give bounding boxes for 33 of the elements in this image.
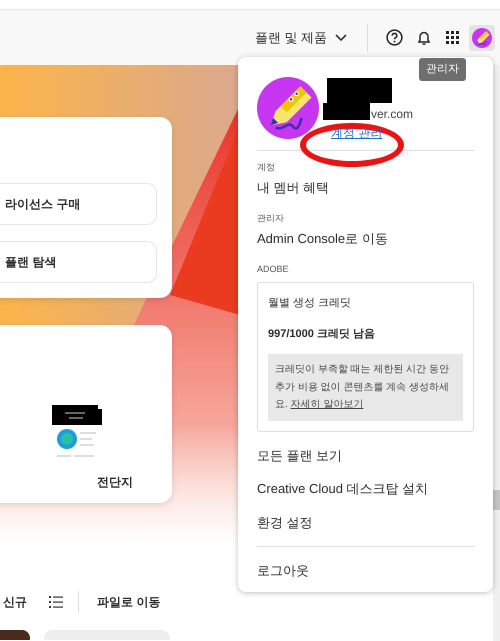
section-heading: 관리자 <box>257 212 285 224</box>
email-text: ver.com <box>371 108 414 120</box>
template-label: 전단지 <box>97 474 133 491</box>
file-tile[interactable] <box>0 630 30 640</box>
logout-item[interactable]: 로그아웃 <box>257 561 309 580</box>
scrollbar[interactable] <box>493 65 500 641</box>
credits-note: 크레딧이 부족할 때는 제한된 시간 동안 추가 비용 없이 콘텐츠를 계속 생성하세요. 자세히 알아보기 <box>268 354 463 420</box>
plans-menu-button[interactable]: 플랜 및 제품 <box>248 28 353 48</box>
new-button[interactable]: 신규 <box>3 593 27 611</box>
section-heading: 계정 <box>257 160 276 174</box>
menu-item[interactable]: 모든 플랜 보기 <box>257 446 342 465</box>
section-heading: ADOBE <box>257 262 290 276</box>
avatar-button[interactable] <box>469 24 495 50</box>
list-icon <box>48 596 62 608</box>
go-to-file-button[interactable]: 파일로 이동 <box>97 593 160 611</box>
credits-title: 월별 생성 크레딧 <box>268 296 352 311</box>
menu-item[interactable]: 환경 설정 <box>257 512 313 532</box>
apps-grid-icon <box>446 31 459 44</box>
chevron-icon <box>335 34 347 42</box>
avatar-tooltip: 관리자 <box>419 58 466 80</box>
action-button[interactable]: 플랜 탐색 <box>0 241 157 283</box>
manage-account-link[interactable]: 계정 관리 <box>331 124 382 142</box>
action-button[interactable]: 라이선스 구매 <box>0 183 157 225</box>
avatar-icon <box>257 77 319 139</box>
learn-more-link[interactable]: 자세히 알아보기 <box>290 399 364 410</box>
menu-item[interactable]: Creative Cloud 데스크탑 설치 <box>257 479 428 498</box>
menu-item[interactable]: 내 멤버 혜택 <box>257 178 330 198</box>
credits-remaining: 997/1000 크레딧 남음 <box>268 326 376 342</box>
menu-item[interactable]: Admin Console로 이동 <box>257 229 388 248</box>
avatar-icon <box>472 28 492 48</box>
help-icon <box>386 29 403 46</box>
bell-icon <box>416 30 430 46</box>
scrollbar-thumb[interactable] <box>493 490 500 510</box>
